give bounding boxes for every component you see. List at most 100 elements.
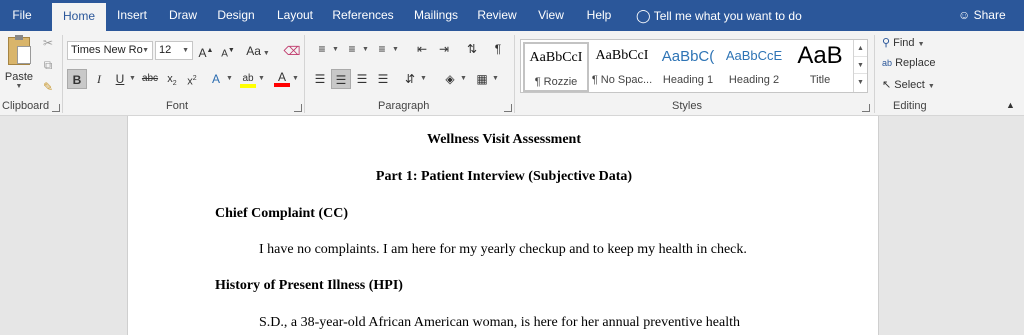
text-effects-icon[interactable]: A <box>206 69 226 89</box>
document-area: Wellness Visit Assessment Part 1: Patien… <box>0 116 1024 335</box>
document-page[interactable]: Wellness Visit Assessment Part 1: Patien… <box>127 116 879 335</box>
chevron-down-icon: ▼ <box>927 83 935 90</box>
select-button[interactable]: ↖ Select ▼ <box>882 78 935 91</box>
highlight-icon[interactable]: ab <box>238 69 258 89</box>
share-button[interactable]: ☺ Share <box>958 0 1006 31</box>
clear-formatting-icon[interactable]: ⌫ <box>282 41 302 61</box>
font-launcher-icon[interactable] <box>294 104 302 112</box>
style-heading-1[interactable]: AaBbC( Heading 1 <box>655 42 721 92</box>
decrease-indent-icon[interactable]: ⇤ <box>412 39 432 59</box>
ribbon-home: Paste ▼ ✂ ⧉ ✎ Clipboard Times New Ro ▼ 1… <box>0 31 1024 116</box>
font-color-icon[interactable]: A <box>272 67 292 87</box>
line-spacing-icon[interactable]: ⇵ <box>400 69 420 89</box>
tab-view[interactable]: View <box>532 0 570 31</box>
font-name-field[interactable]: Times New Ro ▼ <box>67 41 153 60</box>
borders-icon[interactable]: ▦ <box>472 69 492 89</box>
chevron-down-icon[interactable]: ▼ <box>332 46 339 53</box>
tell-me-search[interactable]: ◯ Tell me what you want to do <box>636 0 802 31</box>
style-rozzie[interactable]: AaBbCcI ¶ Rozzie <box>523 42 589 92</box>
chevron-down-icon[interactable]: ▼ <box>460 75 467 82</box>
chevron-down-icon[interactable]: ▼ <box>492 75 499 82</box>
chevron-down-icon: ▼ <box>917 41 925 48</box>
replace-button[interactable]: ab Replace <box>882 57 935 69</box>
increase-indent-icon[interactable]: ⇥ <box>434 39 454 59</box>
multilevel-list-icon[interactable]: ≡ <box>372 39 392 59</box>
more-styles-icon[interactable]: ▼ <box>854 74 867 91</box>
font-label: Font <box>166 100 189 112</box>
sort-icon[interactable]: ⇅ <box>462 39 482 59</box>
part-1-heading: Part 1: Patient Interview (Subjective Da… <box>375 169 633 184</box>
editing-label: Editing <box>893 100 927 112</box>
chevron-down-icon[interactable]: ▼ <box>226 75 233 82</box>
subscript-icon[interactable]: x2 <box>162 69 182 89</box>
chevron-down-icon[interactable]: ▼ <box>362 46 369 53</box>
format-painter-icon[interactable]: ✎ <box>38 77 58 97</box>
person-icon: ☺ <box>958 8 971 22</box>
tab-help[interactable]: Help <box>582 0 616 31</box>
clipboard-launcher-icon[interactable] <box>52 104 60 112</box>
lightbulb-icon: ◯ <box>636 8 651 23</box>
tab-home[interactable]: Home <box>52 3 106 31</box>
styles-launcher-icon[interactable] <box>862 104 870 112</box>
shading-icon[interactable]: ◈ <box>440 69 460 89</box>
style-title[interactable]: AaB Title <box>787 42 853 92</box>
show-formatting-icon[interactable]: ¶ <box>488 39 508 59</box>
tab-review[interactable]: Review <box>474 0 520 31</box>
paragraph-label: Paragraph <box>378 100 430 112</box>
divider <box>62 35 63 113</box>
find-button[interactable]: ⚲ Find ▼ <box>882 36 925 49</box>
chevron-down-icon[interactable]: ▼ <box>392 46 399 53</box>
tab-mailings[interactable]: Mailings <box>408 0 464 31</box>
chief-complaint-text: I have no complaints. I am here for my y… <box>259 242 747 257</box>
change-case-button[interactable]: Aa ▼ <box>244 41 272 61</box>
hpi-text: S.D., a 38-year-old African American wom… <box>259 315 740 330</box>
italic-button[interactable]: I <box>89 69 109 89</box>
tab-design[interactable]: Design <box>214 0 258 31</box>
bold-button[interactable]: B <box>67 69 87 89</box>
chevron-down-icon: ▼ <box>182 47 189 54</box>
hpi-heading: History of Present Illness (HPI) <box>215 278 403 293</box>
chevron-down-icon[interactable]: ▼ <box>420 75 427 82</box>
styles-label: Styles <box>672 100 702 112</box>
scroll-up-icon[interactable]: ▲ <box>854 40 867 57</box>
font-size-field[interactable]: 12 ▼ <box>155 41 193 60</box>
scroll-down-icon[interactable]: ▼ <box>854 57 867 74</box>
tab-file[interactable]: File <box>0 0 44 31</box>
bullets-icon[interactable]: ≡ <box>312 39 332 59</box>
paragraph-launcher-icon[interactable] <box>504 104 512 112</box>
cursor-arrow-icon: ↖ <box>882 79 892 91</box>
shrink-font-icon[interactable]: A▼ <box>218 41 238 61</box>
strikethrough-icon[interactable]: abc <box>140 69 160 89</box>
tab-insert[interactable]: Insert <box>112 0 152 31</box>
cut-icon[interactable]: ✂ <box>38 33 58 53</box>
clipboard-icon <box>8 35 31 65</box>
copy-icon[interactable]: ⧉ <box>38 55 58 75</box>
search-icon: ⚲ <box>882 37 891 49</box>
tab-layout[interactable]: Layout <box>272 0 318 31</box>
styles-gallery: AaBbCcI ¶ Rozzie AaBbCcI ¶ No Spac... Aa… <box>520 39 868 93</box>
word-window: File Home Insert Draw Design Layout Refe… <box>0 0 1024 335</box>
style-heading-2[interactable]: AaBbCcE Heading 2 <box>721 42 787 92</box>
divider <box>514 35 515 113</box>
collapse-ribbon-icon[interactable]: ▲ <box>1006 100 1015 110</box>
divider <box>304 35 305 113</box>
paste-button[interactable]: Paste ▼ <box>4 35 34 91</box>
numbering-icon[interactable]: ≡ <box>342 39 362 59</box>
styles-gallery-scroll: ▲ ▼ ▼ <box>853 40 867 92</box>
style-no-spacing[interactable]: AaBbCcI ¶ No Spac... <box>589 42 655 92</box>
chevron-down-icon: ▼ <box>260 50 270 57</box>
tab-references[interactable]: References <box>330 0 396 31</box>
align-center-icon[interactable]: ☰ <box>331 69 351 89</box>
chevron-down-icon[interactable]: ▼ <box>129 75 136 82</box>
align-right-icon[interactable]: ☰ <box>352 69 372 89</box>
chevron-down-icon[interactable]: ▼ <box>258 75 265 82</box>
chevron-down-icon[interactable]: ▼ <box>292 75 299 82</box>
document-title: Wellness Visit Assessment <box>426 132 581 147</box>
underline-button[interactable]: U <box>110 69 130 89</box>
grow-font-icon[interactable]: A▲ <box>196 41 216 61</box>
superscript-icon[interactable]: x2 <box>182 69 202 89</box>
justify-icon[interactable]: ☰ <box>373 69 393 89</box>
tab-draw[interactable]: Draw <box>164 0 202 31</box>
chief-complaint-heading: Chief Complaint (CC) <box>215 206 348 221</box>
align-left-icon[interactable]: ☰ <box>310 69 330 89</box>
